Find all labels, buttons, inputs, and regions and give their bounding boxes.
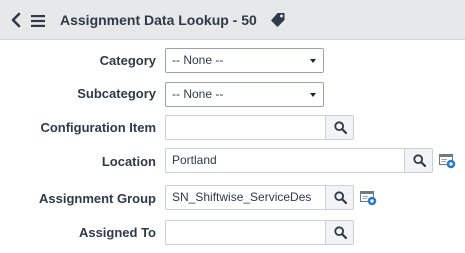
reference-record-icon[interactable]: [360, 191, 377, 206]
tag-icon[interactable]: [270, 12, 286, 28]
assigned-to-input[interactable]: [165, 220, 326, 245]
configuration-item-search-button[interactable]: [325, 115, 354, 140]
search-icon: [334, 226, 347, 239]
assigned-to-search-button[interactable]: [325, 220, 354, 245]
configuration-item-input[interactable]: [165, 115, 326, 140]
form-header: Assignment Data Lookup - 50: [0, 0, 465, 40]
assignment-group-label: Assignment Group: [38, 191, 156, 206]
assignment-group-input[interactable]: SN_Shiftwise_ServiceDes: [165, 185, 326, 210]
category-select[interactable]: -- None --: [165, 48, 324, 73]
category-select-value: -- None --: [172, 53, 224, 67]
subcategory-select-value: -- None --: [172, 87, 224, 101]
chevron-down-icon: [310, 93, 316, 97]
category-label: Category: [99, 53, 156, 68]
subcategory-label: Subcategory: [77, 86, 156, 101]
chevron-down-icon: [310, 59, 316, 63]
assigned-to-label: Assigned To: [78, 225, 156, 240]
subcategory-select[interactable]: -- None --: [165, 82, 324, 107]
assignment-group-search-button[interactable]: [325, 185, 354, 210]
page-title: Assignment Data Lookup - 50: [60, 12, 257, 28]
search-icon: [413, 154, 426, 167]
location-label: Location: [101, 154, 156, 169]
search-icon: [334, 191, 347, 204]
back-icon[interactable]: [9, 12, 23, 28]
location-input[interactable]: Portland: [165, 148, 405, 173]
configuration-item-label: Configuration Item: [40, 120, 156, 135]
search-icon: [334, 121, 347, 134]
reference-record-icon[interactable]: [439, 154, 456, 169]
location-search-button[interactable]: [404, 148, 433, 173]
hamburger-menu-icon[interactable]: [31, 14, 45, 27]
